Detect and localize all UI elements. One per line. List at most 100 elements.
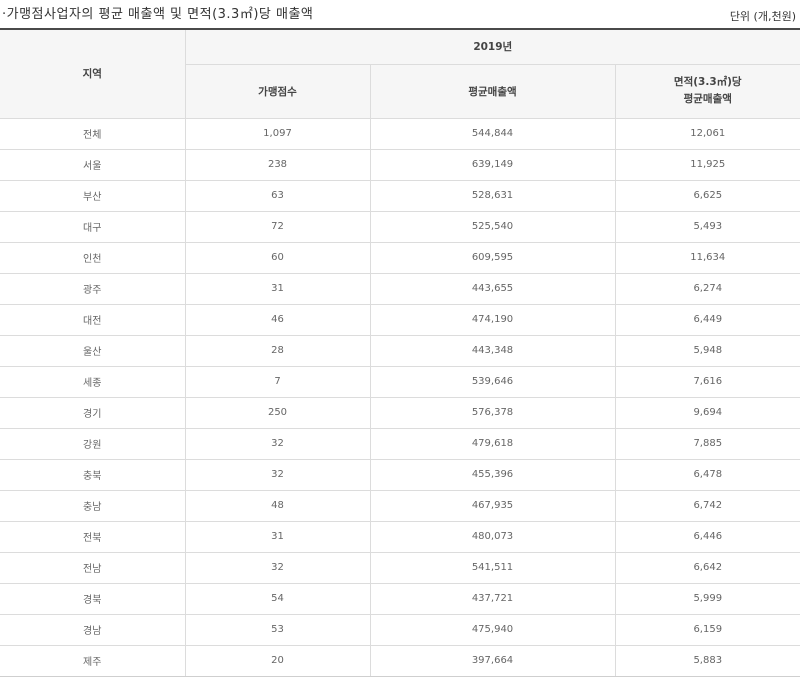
sales-per-area-cell: 5,493 — [614, 210, 800, 243]
avg-sales-cell: 541,511 — [369, 551, 616, 584]
sales-table: 지역 2019년 가맹점수 평균매출액 면적(3.3㎡)당 평균매출액 전체 1,… — [0, 28, 800, 677]
region-cell: 세종 — [0, 365, 186, 398]
avg-sales-cell: 437,721 — [369, 582, 616, 615]
header-region: 지역 — [0, 28, 186, 119]
header-row-year: 지역 2019년 — [0, 28, 800, 119]
store-count-cell: 250 — [184, 396, 371, 429]
sales-per-area-cell: 11,634 — [614, 241, 800, 274]
store-count-cell: 60 — [184, 241, 371, 274]
region-cell: 전체 — [0, 117, 186, 150]
region-cell: 대전 — [0, 303, 186, 336]
region-cell: 부산 — [0, 179, 186, 212]
avg-sales-cell: 397,664 — [369, 644, 616, 677]
header-avg-sales: 평균매출액 — [369, 63, 616, 119]
sales-per-area-cell: 7,885 — [614, 427, 800, 460]
store-count-cell: 53 — [184, 613, 371, 646]
table-row: 광주 31 443,655 6,274 — [0, 272, 800, 305]
store-count-cell: 31 — [184, 272, 371, 305]
region-cell: 충북 — [0, 458, 186, 491]
table-body: 전체 1,097 544,844 12,061 서울 238 639,149 11,925 부산… — [0, 117, 800, 677]
table-row: 세종 7 539,646 7,616 — [0, 365, 800, 398]
sales-per-area-cell: 5,948 — [614, 334, 800, 367]
store-count-cell: 20 — [184, 644, 371, 677]
region-cell: 전북 — [0, 520, 186, 553]
sales-per-area-cell: 6,446 — [614, 520, 800, 553]
table-row: 경남 53 475,940 6,159 — [0, 613, 800, 646]
region-cell: 경북 — [0, 582, 186, 615]
sales-per-area-cell: 12,061 — [614, 117, 800, 150]
table-row: 울산 28 443,348 5,948 — [0, 334, 800, 367]
unit-label: 단위 (개,천원) — [729, 10, 796, 23]
store-count-cell: 7 — [184, 365, 371, 398]
header-sales-per-area: 면적(3.3㎡)당 평균매출액 — [614, 63, 800, 119]
region-cell: 충남 — [0, 489, 186, 522]
table-title-text: 가맹점사업자의 평균 매출액 및 면적(3.3㎡)당 매출액 — [6, 7, 314, 22]
sales-per-area-cell: 6,274 — [614, 272, 800, 305]
store-count-cell: 1,097 — [184, 117, 371, 150]
table-row: 전남 32 541,511 6,642 — [0, 551, 800, 584]
avg-sales-cell: 609,595 — [369, 241, 616, 274]
avg-sales-cell: 479,618 — [369, 427, 616, 460]
table-title: ·가맹점사업자의 평균 매출액 및 면적(3.3㎡)당 매출액 — [2, 3, 313, 22]
table-row: 인천 60 609,595 11,634 — [0, 241, 800, 274]
title-row: ·가맹점사업자의 평균 매출액 및 면적(3.3㎡)당 매출액 단위 (개,천원… — [0, 0, 800, 26]
avg-sales-cell: 639,149 — [369, 148, 616, 181]
table-row: 전북 31 480,073 6,446 — [0, 520, 800, 553]
avg-sales-cell: 475,940 — [369, 613, 616, 646]
avg-sales-cell: 525,540 — [369, 210, 616, 243]
sales-per-area-cell: 6,159 — [614, 613, 800, 646]
sales-per-area-cell: 6,449 — [614, 303, 800, 336]
avg-sales-cell: 480,073 — [369, 520, 616, 553]
store-count-cell: 32 — [184, 458, 371, 491]
sales-per-area-cell: 6,625 — [614, 179, 800, 212]
region-cell: 대구 — [0, 210, 186, 243]
region-cell: 제주 — [0, 644, 186, 677]
store-count-cell: 32 — [184, 551, 371, 584]
table-header: 지역 2019년 가맹점수 평균매출액 면적(3.3㎡)당 평균매출액 — [0, 28, 800, 119]
sales-per-area-cell: 7,616 — [614, 365, 800, 398]
region-cell: 강원 — [0, 427, 186, 460]
avg-sales-cell: 443,348 — [369, 334, 616, 367]
header-sales-per-area-line1: 면적(3.3㎡)당 — [673, 76, 742, 88]
sales-per-area-cell: 5,883 — [614, 644, 800, 677]
sales-per-area-cell: 6,742 — [614, 489, 800, 522]
store-count-cell: 238 — [184, 148, 371, 181]
sales-per-area-cell: 9,694 — [614, 396, 800, 429]
sales-per-area-cell: 6,478 — [614, 458, 800, 491]
table-row: 부산 63 528,631 6,625 — [0, 179, 800, 212]
header-store-count: 가맹점수 — [185, 63, 371, 119]
store-count-cell: 32 — [184, 427, 371, 460]
avg-sales-cell: 455,396 — [369, 458, 616, 491]
avg-sales-cell: 539,646 — [369, 365, 616, 398]
store-count-cell: 31 — [184, 520, 371, 553]
table-row: 대전 46 474,190 6,449 — [0, 303, 800, 336]
region-cell: 광주 — [0, 272, 186, 305]
avg-sales-cell: 467,935 — [369, 489, 616, 522]
avg-sales-cell: 443,655 — [369, 272, 616, 305]
table-row: 경기 250 576,378 9,694 — [0, 396, 800, 429]
table-row: 충북 32 455,396 6,478 — [0, 458, 800, 491]
region-cell: 전남 — [0, 551, 186, 584]
table-row: 경북 54 437,721 5,999 — [0, 582, 800, 615]
avg-sales-cell: 528,631 — [369, 179, 616, 212]
store-count-cell: 63 — [184, 179, 371, 212]
table-row: 서울 238 639,149 11,925 — [0, 148, 800, 181]
avg-sales-cell: 474,190 — [369, 303, 616, 336]
store-count-cell: 46 — [184, 303, 371, 336]
store-count-cell: 72 — [184, 210, 371, 243]
store-count-cell: 28 — [184, 334, 371, 367]
sales-per-area-cell: 5,999 — [614, 582, 800, 615]
avg-sales-cell: 544,844 — [369, 117, 616, 150]
table-row: 대구 72 525,540 5,493 — [0, 210, 800, 243]
region-cell: 경기 — [0, 396, 186, 429]
store-count-cell: 48 — [184, 489, 371, 522]
table-row: 제주 20 397,664 5,883 — [0, 644, 800, 677]
header-sales-per-area-line2: 평균매출액 — [683, 93, 732, 105]
region-cell: 경남 — [0, 613, 186, 646]
store-count-cell: 54 — [184, 582, 371, 615]
region-cell: 인천 — [0, 241, 186, 274]
header-year: 2019년 — [184, 28, 800, 65]
sales-per-area-cell: 6,642 — [614, 551, 800, 584]
region-cell: 서울 — [0, 148, 186, 181]
avg-sales-cell: 576,378 — [369, 396, 616, 429]
